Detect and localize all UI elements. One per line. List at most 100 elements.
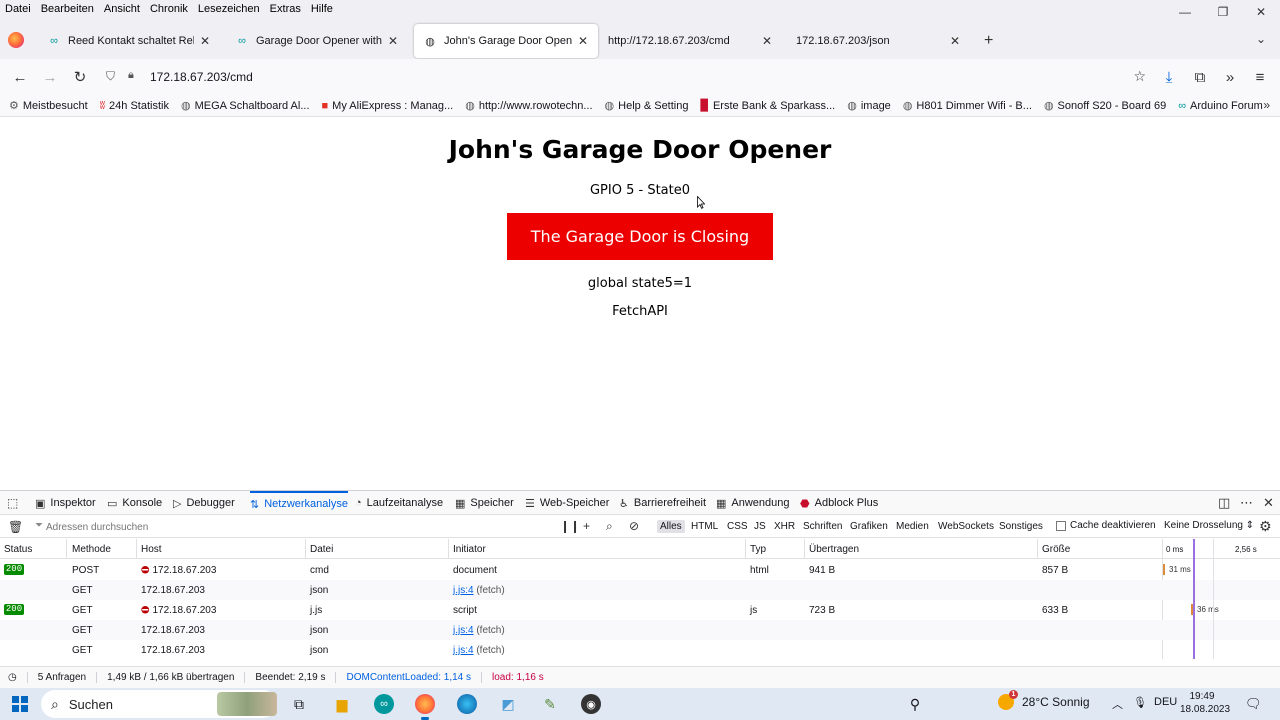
bookmark-aliexpress[interactable]: ■ My AliExpress : Manag...	[322, 100, 454, 112]
close-tab-icon[interactable]: ✕	[576, 34, 590, 48]
search-highlight-image[interactable]	[217, 692, 277, 716]
menu-ansicht[interactable]: Ansicht	[99, 3, 145, 15]
menu-datei[interactable]: Datei	[0, 3, 36, 15]
microphone-icon[interactable]: 🎙︎	[1133, 696, 1147, 709]
tab-garage-door-esp[interactable]: ∞ Garage Door Opener with ESP8 ✕	[226, 24, 408, 58]
notification-icon[interactable]: 🗨︎	[1245, 696, 1262, 712]
reload-icon[interactable]: ↻	[70, 67, 90, 87]
tab-reed-kontakt[interactable]: ∞ Reed Kontakt schaltet Relais nic ✕	[38, 24, 220, 58]
col-datei[interactable]: Datei	[310, 544, 333, 555]
tab-laufzeitanalyse[interactable]: ◔ Laufzeitanalyse	[355, 491, 443, 515]
url-bar[interactable]: ⛉ 🔒︎ ☆	[98, 63, 1156, 91]
table-row[interactable]: GET 172.18.67.203 json j.js:4 (fetch)	[0, 580, 1280, 600]
bookmark-erste-bank[interactable]: ▉ Erste Bank & Sparkass...	[700, 99, 835, 113]
initiator-link[interactable]: j.js:4	[453, 645, 474, 656]
tab-speicher[interactable]: ▦ Speicher	[455, 491, 514, 515]
bookmark-star-icon[interactable]: ☆	[1133, 68, 1146, 85]
downloads-icon[interactable]: ⤓	[1159, 67, 1179, 87]
trash-icon[interactable]: 🗑︎	[8, 520, 23, 534]
element-picker-icon[interactable]: ⬚	[7, 496, 18, 510]
new-tab-icon[interactable]: +	[984, 32, 993, 50]
dock-icon[interactable]: ◫	[1218, 495, 1230, 511]
tab-json[interactable]: 172.18.67.203/json ✕	[788, 24, 970, 58]
table-row[interactable]: 200 POST ⛔︎ 172.18.67.203 cmd document ht…	[0, 560, 1280, 580]
file-explorer-icon[interactable]: ▆	[332, 694, 352, 714]
cache-checkbox[interactable]: Cache deaktivieren	[1056, 520, 1156, 531]
filter-schriften[interactable]: Schriften	[800, 520, 845, 533]
add-icon[interactable]: +	[583, 519, 590, 533]
filter-medien[interactable]: Medien	[893, 520, 932, 533]
col-methode[interactable]: Methode	[72, 544, 111, 555]
filter-js[interactable]: JS	[751, 520, 769, 533]
obs-icon[interactable]: ◉	[581, 694, 601, 714]
clock[interactable]: 19:49 18.08.2023	[1180, 690, 1230, 716]
url-input[interactable]	[150, 67, 1050, 87]
edge-icon[interactable]	[457, 694, 477, 714]
tab-konsole[interactable]: ▭ Konsole	[107, 491, 162, 515]
back-icon[interactable]: ←	[10, 67, 30, 87]
close-devtools-icon[interactable]: ✕	[1263, 495, 1274, 511]
tab-barrierefreiheit[interactable]: ♿︎ Barrierefreiheit	[619, 491, 706, 515]
tab-inspektor[interactable]: ▣ Inspektor	[35, 491, 96, 515]
block-icon[interactable]: ⊘	[629, 519, 639, 533]
overflow-chevron-icon[interactable]: »	[1220, 67, 1240, 87]
bookmarks-overflow-icon[interactable]: »	[1263, 98, 1270, 112]
menu-hilfe[interactable]: Hilfe	[306, 3, 338, 15]
bookmark-image[interactable]: ◍ image	[847, 99, 891, 113]
close-tab-icon[interactable]: ✕	[760, 34, 774, 48]
bookmark-arduino-forum[interactable]: ∞ Arduino Forum	[1178, 100, 1263, 112]
table-row[interactable]: GET 172.18.67.203 json j.js:4 (fetch)	[0, 640, 1280, 660]
search-icon[interactable]: ⌕	[606, 519, 613, 534]
bookmark-sonoff[interactable]: ◍ Sonoff S20 - Board 69	[1044, 99, 1166, 113]
col-typ[interactable]: Typ	[750, 544, 766, 555]
bookmark-rowotechn[interactable]: ◍ http://www.rowotechn...	[465, 99, 592, 113]
col-host[interactable]: Host	[141, 544, 162, 555]
initiator-link[interactable]: j.js:4	[453, 625, 474, 636]
weather-widget[interactable]: 1 28°C Sonnig	[998, 690, 1090, 710]
firefox-view-icon[interactable]	[8, 32, 24, 48]
app-icon[interactable]: ◩	[498, 694, 518, 714]
garage-door-button[interactable]: The Garage Door is Closing	[507, 213, 773, 260]
close-tab-icon[interactable]: ✕	[948, 34, 962, 48]
tab-adblock-plus[interactable]: ⬣ Adblock Plus	[800, 491, 878, 515]
forward-icon[interactable]: →	[40, 67, 60, 87]
hamburger-menu-icon[interactable]: ≡	[1250, 67, 1270, 87]
tab-web-speicher[interactable]: ☰ Web-Speicher	[525, 491, 609, 515]
bookmark-24h-statistik[interactable]: ʬ 24h Statistik	[100, 100, 169, 112]
people-icon[interactable]: ⚲	[905, 694, 925, 714]
task-view-icon[interactable]: ⧉	[289, 694, 309, 714]
menu-chronik[interactable]: Chronik	[145, 3, 193, 15]
table-row[interactable]: 200 GET ⛔︎ 172.18.67.203 j.js script js 7…	[0, 600, 1280, 620]
table-row[interactable]: GET 172.18.67.203 json j.js:4 (fetch)	[0, 620, 1280, 640]
filter-grafiken[interactable]: Grafiken	[847, 520, 891, 533]
filter-sonstiges[interactable]: Sonstiges	[996, 520, 1046, 533]
tab-johns-garage[interactable]: ◍ John's Garage Door Opener ✕	[414, 24, 598, 58]
filter-html[interactable]: HTML	[688, 520, 721, 533]
menu-bearbeiten[interactable]: Bearbeiten	[36, 3, 99, 15]
col-groesse[interactable]: Größe	[1042, 544, 1070, 555]
bookmark-mega-schaltboard[interactable]: ◍ MEGA Schaltboard Al...	[181, 99, 310, 113]
extensions-icon[interactable]: ⧉	[1190, 67, 1210, 87]
filter-css[interactable]: CSS	[724, 520, 751, 533]
filter-websockets[interactable]: WebSockets	[935, 520, 997, 533]
col-uebertragen[interactable]: Übertragen	[809, 544, 859, 555]
col-initiator[interactable]: Initiator	[453, 544, 486, 555]
menu-extras[interactable]: Extras	[265, 3, 306, 15]
chevron-up-icon[interactable]: ︿	[1112, 696, 1123, 712]
gear-icon[interactable]: ⚙	[1259, 518, 1272, 535]
chevron-down-icon[interactable]: ⌄	[1256, 32, 1266, 46]
close-tab-icon[interactable]: ✕	[386, 34, 400, 48]
filter-alles[interactable]: Alles	[657, 520, 685, 533]
col-status[interactable]: Status	[4, 544, 32, 555]
tab-cmd[interactable]: http://172.18.67.203/cmd ✕	[600, 24, 782, 58]
shield-icon[interactable]: ⛉	[106, 69, 115, 84]
language-indicator[interactable]: DEU	[1154, 696, 1177, 708]
throttle-select[interactable]: Keine Drosselung ⇕	[1164, 520, 1254, 531]
bookmark-h801-dimmer[interactable]: ◍ H801 Dimmer Wifi - B...	[903, 99, 1032, 113]
lock-icon[interactable]: 🔒︎	[128, 69, 134, 82]
arduino-ide-icon[interactable]: ∞	[374, 694, 394, 714]
more-options-icon[interactable]: ⋯	[1240, 495, 1253, 511]
pen-app-icon[interactable]: ✎	[540, 694, 560, 714]
pause-icon[interactable]: ❙❙	[560, 519, 580, 533]
initiator-link[interactable]: j.js:4	[453, 585, 474, 596]
